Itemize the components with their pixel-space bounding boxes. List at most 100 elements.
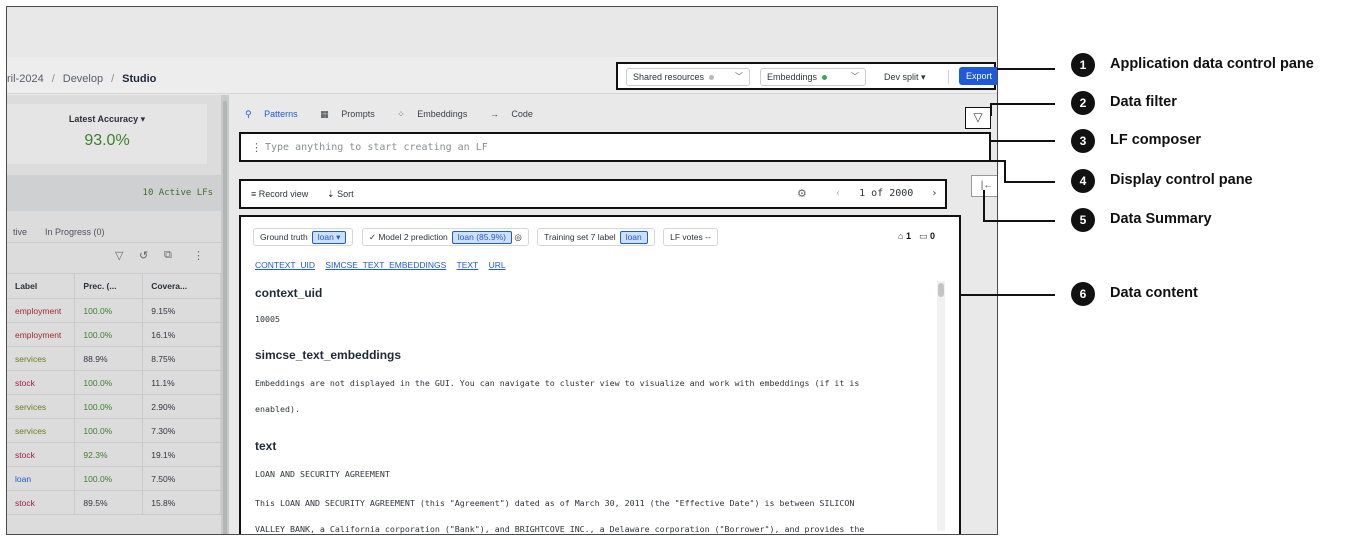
scrollbar-thumb[interactable] — [223, 101, 227, 534]
lf-label-cell: stock — [7, 442, 76, 467]
table-row[interactable]: stock 100.0% 11.1% — [7, 370, 221, 395]
tag-count: 1 — [905, 231, 911, 241]
lf-votes-chip[interactable]: LF votes -- — [663, 228, 718, 246]
field-name: simcse_text_embeddings — [255, 348, 402, 362]
column-header-coverage[interactable]: Covera... — [142, 273, 221, 299]
lf-precision-cell: 100.0% — [74, 466, 144, 491]
breadcrumb-current: Studio — [122, 73, 157, 85]
display-control-pane: ≡ Record view ⇣ Sort ⚙ ‹ 1 of 2000 › — [239, 179, 947, 209]
content-scrollbar[interactable] — [937, 281, 945, 531]
left-panel-scrollbar[interactable] — [221, 95, 229, 534]
callout-line — [990, 103, 1055, 105]
lf-label-cell: employment — [7, 322, 76, 347]
tab-code[interactable]: → Code — [490, 109, 543, 119]
lf-coverage-cell: 16.1% — [142, 322, 221, 347]
tab-prompts[interactable]: ▦ Prompts — [320, 109, 385, 119]
split-dropdown[interactable]: Dev split ▾ — [884, 68, 926, 86]
filter-icon[interactable]: ▽ — [115, 249, 123, 262]
gear-icon[interactable]: ⚙ — [797, 187, 807, 200]
table-row[interactable]: services 100.0% 7.30% — [7, 418, 221, 443]
data-filter-button[interactable]: ▽ — [965, 107, 991, 129]
ground-truth-chip[interactable]: Ground truth loan ▾ — [253, 228, 354, 246]
refresh-icon[interactable]: ↺ — [139, 249, 148, 262]
annotation-label: Application data control pane — [1110, 56, 1314, 72]
filter-icon: ▽ — [973, 110, 983, 124]
field-value: 10005 — [255, 314, 280, 324]
sort-button[interactable]: ⇣ Sort — [327, 189, 354, 200]
export-button[interactable]: Export — [959, 67, 997, 85]
drag-handle-icon[interactable]: ⋮ — [251, 141, 262, 154]
lf-precision-cell: 100.0% — [74, 370, 144, 395]
lf-label-cell: stock — [7, 490, 76, 515]
lf-coverage-cell: 8.75% — [142, 346, 221, 371]
field-value: enabled). — [255, 404, 300, 414]
tab-embeddings[interactable]: ⁘ Embeddings — [397, 109, 477, 119]
field-name: context_uid — [255, 286, 323, 300]
next-page-icon[interactable]: › — [931, 188, 937, 199]
active-lfs-count: 10 Active LFs — [142, 188, 213, 198]
lf-precision-cell: 100.0% — [74, 394, 144, 419]
embeddings-dropdown[interactable]: Embeddings ﹀ — [760, 68, 866, 86]
field-link[interactable]: URL — [489, 260, 506, 270]
lf-table: Label Prec. (... Covera... employment 100… — [7, 273, 221, 515]
record-view-button[interactable]: ≡ Record view — [251, 189, 308, 199]
eye-icon: ◎ — [514, 232, 522, 242]
figure: ril-2024 / Develop / Studio Shared resources… — [0, 0, 1356, 539]
lf-label-cell: services — [7, 418, 76, 443]
shared-resources-dropdown[interactable]: Shared resources ﹀ — [626, 68, 750, 86]
model-prediction-chip[interactable]: ✓ Model 2 prediction loan (85.9%) ◎ — [361, 228, 529, 246]
table-row[interactable]: employment 100.0% 16.1% — [7, 322, 221, 347]
field-link[interactable]: SIMCSE_TEXT_EMBEDDINGS — [325, 260, 446, 270]
column-header-precision[interactable]: Prec. (... — [74, 273, 144, 299]
column-header-label[interactable]: Label — [7, 273, 76, 299]
comment-icon[interactable]: ▭ — [919, 231, 928, 241]
breadcrumb-project[interactable]: ril-2024 — [7, 73, 44, 85]
scatter-icon: ⁘ — [397, 109, 405, 119]
accuracy-value: 93.0% — [84, 132, 130, 149]
annotation-label: LF composer — [1110, 132, 1202, 148]
open-external-icon[interactable]: ⧉ — [164, 249, 172, 262]
more-icon[interactable]: ⋮ — [193, 249, 204, 262]
table-row[interactable]: loan 100.0% 7.50% — [7, 466, 221, 491]
table-row[interactable]: services 88.9% 8.75% — [7, 346, 221, 371]
tag-icon[interactable]: ⌂ — [898, 231, 903, 241]
tab-active[interactable]: tive — [13, 227, 27, 237]
comment-count: 0 — [929, 231, 935, 241]
field-value: This LOAN AND SECURITY AGREEMENT (this "… — [255, 498, 855, 508]
chevron-down-icon: ﹀ — [851, 72, 859, 81]
divider — [948, 70, 949, 84]
annotation-number: 6 — [1071, 282, 1095, 306]
data-summary-toggle[interactable]: |← — [971, 175, 997, 197]
table-row[interactable]: services 100.0% 2.90% — [7, 394, 221, 419]
annotation-number: 1 — [1071, 53, 1095, 77]
field-link[interactable]: CONTEXT_UID — [255, 260, 315, 270]
field-value: LOAN AND SECURITY AGREEMENT — [255, 469, 390, 479]
table-row[interactable]: stock 92.3% 19.1% — [7, 442, 221, 467]
prev-page-icon[interactable]: ‹ — [835, 188, 841, 199]
caret-down-icon: ▾ — [921, 72, 926, 82]
record-label-chips: Ground truth loan ▾ ✓ Model 2 prediction l… — [253, 228, 724, 246]
field-link[interactable]: TEXT — [457, 260, 479, 270]
lf-coverage-cell: 19.1% — [142, 442, 221, 467]
breadcrumb-separator: / — [51, 73, 55, 85]
record-counts: ⌂ 1 ▭ 0 — [898, 231, 943, 242]
ground-truth-value[interactable]: loan ▾ — [311, 231, 347, 244]
arrow-right-icon: → — [489, 109, 499, 119]
scrollbar-thumb[interactable] — [938, 283, 944, 297]
model-prediction-value: loan (85.9%) — [451, 231, 512, 244]
breadcrumb-separator: / — [111, 73, 115, 85]
table-row[interactable]: employment 100.0% 9.15% — [7, 298, 221, 323]
page-indicator: 1 of 2000 — [859, 188, 914, 199]
tab-in-progress[interactable]: In Progress (0) — [45, 227, 105, 237]
list-icon: ≡ — [251, 189, 257, 199]
lf-precision-cell: 100.0% — [74, 322, 144, 347]
status-dot-icon — [822, 74, 828, 80]
table-row[interactable]: stock 89.5% 15.8% — [7, 490, 221, 515]
tab-patterns[interactable]: ⚲ Patterns — [245, 109, 308, 119]
breadcrumb-section[interactable]: Develop — [63, 73, 103, 85]
accuracy-label[interactable]: Latest Accuracy ▾ — [7, 114, 207, 125]
lf-composer-input[interactable]: Type anything to start creating an LF — [265, 142, 488, 153]
lf-composer[interactable]: ⋮ Type anything to start creating an LF — [239, 132, 991, 162]
breadcrumb: ril-2024 / Develop / Studio — [7, 73, 156, 85]
split-label: Dev split — [884, 72, 919, 82]
